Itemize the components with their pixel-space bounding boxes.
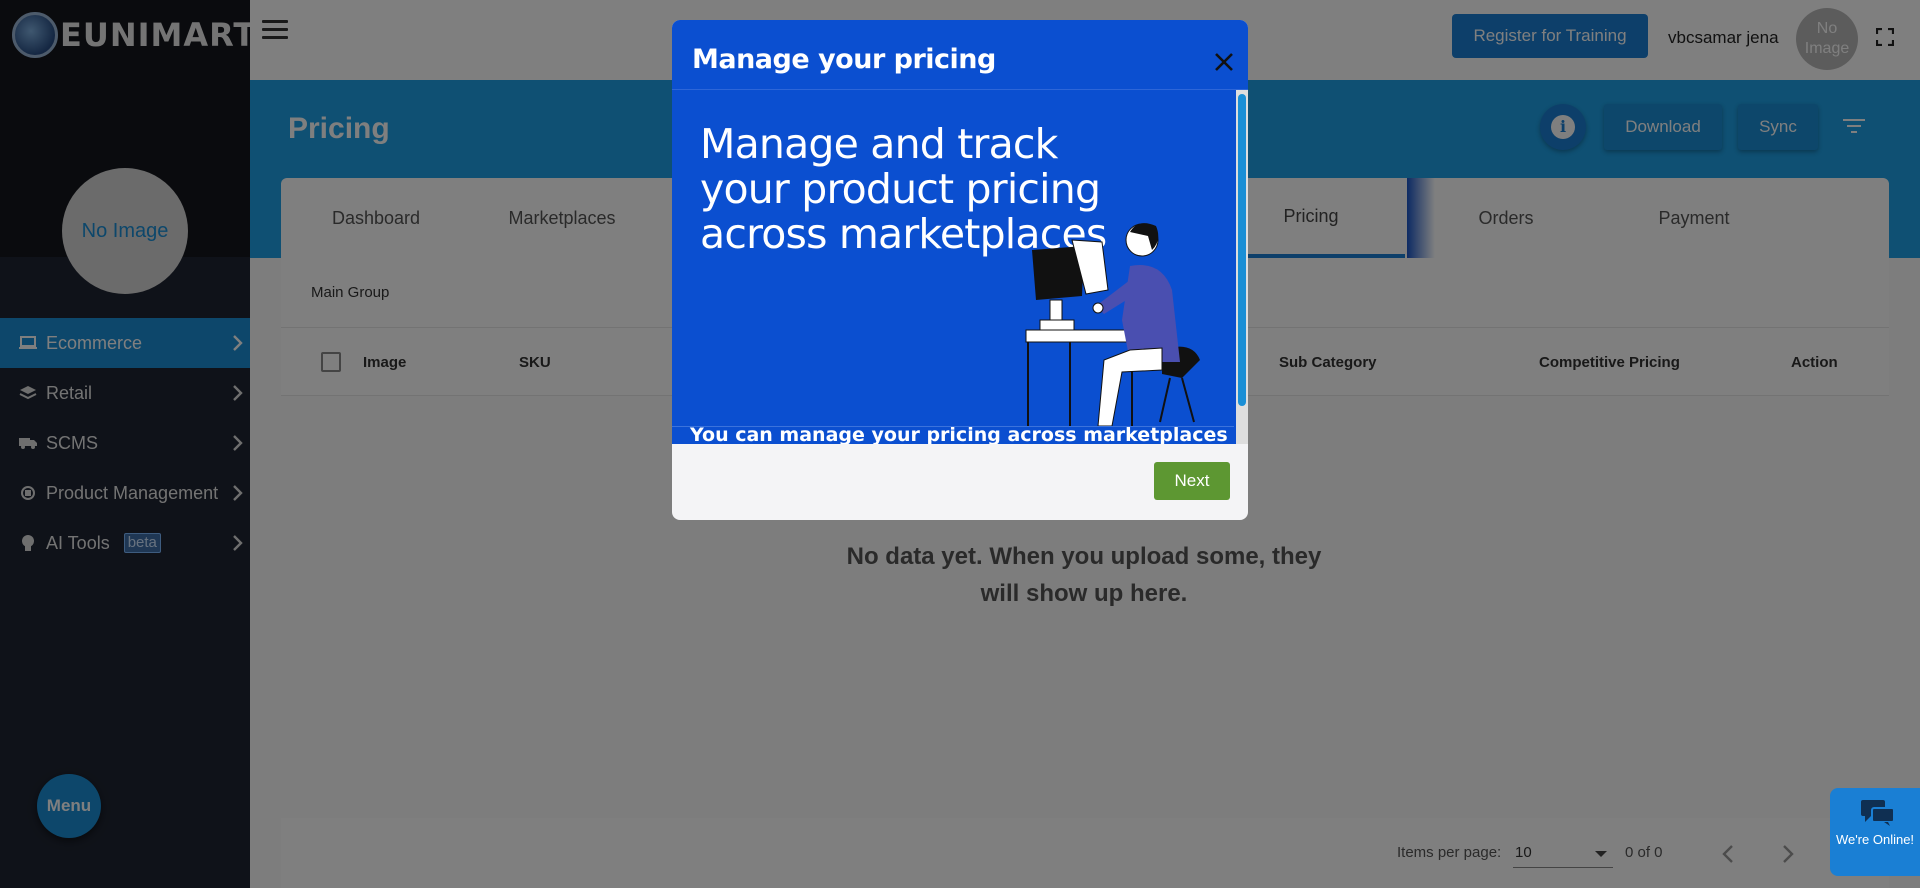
chat-status-label: We're Online! bbox=[1835, 832, 1915, 847]
close-icon[interactable] bbox=[1212, 50, 1236, 74]
pricing-tour-modal: Manage your pricing Manage and track you… bbox=[672, 20, 1248, 520]
modal-scrollbar[interactable] bbox=[1236, 90, 1248, 444]
modal-description: You can manage your pricing across marke… bbox=[690, 424, 1228, 444]
modal-header: Manage your pricing bbox=[672, 20, 1248, 90]
person-at-computer-illustration bbox=[1025, 223, 1200, 426]
scrollbar-thumb[interactable] bbox=[1238, 94, 1246, 406]
modal-title: Manage your pricing bbox=[692, 44, 996, 75]
modal-body: Manage and track your product pricing ac… bbox=[672, 90, 1248, 444]
next-button[interactable]: Next bbox=[1154, 462, 1230, 500]
chat-bubbles-icon bbox=[1861, 800, 1895, 826]
chat-widget[interactable]: We're Online! bbox=[1830, 788, 1920, 876]
